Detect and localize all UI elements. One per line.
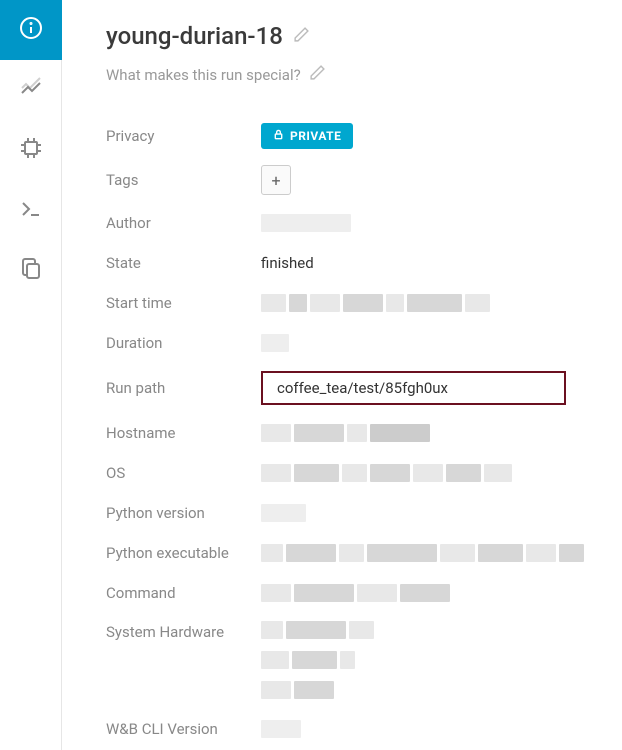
label-runpath: Run path <box>106 363 261 413</box>
value-syshw <box>261 613 602 709</box>
value-pyversion <box>261 493 602 533</box>
label-state: State <box>106 243 261 283</box>
pencil-icon <box>293 28 310 47</box>
sidebar-item-system[interactable] <box>0 120 62 180</box>
description-row[interactable]: What makes this run special? <box>106 64 602 85</box>
redacted-command <box>261 584 450 602</box>
privacy-badge[interactable]: PRIVATE <box>261 123 353 149</box>
value-state: finished <box>261 243 602 283</box>
chart-icon <box>19 76 43 104</box>
sidebar <box>0 0 62 750</box>
title-row: young-durian-18 <box>106 22 602 50</box>
redacted-os <box>261 464 512 482</box>
value-duration <box>261 323 602 363</box>
redacted-hw2 <box>261 651 355 669</box>
redacted-starttime <box>261 294 490 312</box>
redacted-pyexec <box>261 544 584 562</box>
info-icon <box>19 16 43 44</box>
label-os: OS <box>106 453 261 493</box>
edit-title-button[interactable] <box>293 26 310 47</box>
value-pyexec <box>261 533 602 573</box>
sidebar-item-charts[interactable] <box>0 60 62 120</box>
value-tags: + <box>261 157 602 203</box>
redacted-duration <box>261 334 289 352</box>
terminal-icon <box>19 196 43 224</box>
copy-icon <box>19 256 43 284</box>
sidebar-item-terminal[interactable] <box>0 180 62 240</box>
label-pyversion: Python version <box>106 493 261 533</box>
label-cliversion: W&B CLI Version <box>106 709 261 749</box>
redacted-pyversion <box>261 504 306 522</box>
label-command: Command <box>106 573 261 613</box>
value-privacy: PRIVATE <box>261 115 602 157</box>
value-hostname <box>261 413 602 453</box>
details-table: Privacy PRIVATE Tags + Author State fini… <box>106 115 602 749</box>
description-placeholder: What makes this run special? <box>106 66 301 84</box>
redacted-cliv <box>261 720 301 738</box>
redacted-hw1 <box>261 621 374 639</box>
value-command <box>261 573 602 613</box>
label-privacy: Privacy <box>106 115 261 157</box>
run-path-box[interactable]: coffee_tea/test/85fgh0ux <box>261 371 566 405</box>
redacted-author <box>261 214 351 232</box>
label-syshw: System Hardware <box>106 613 261 709</box>
redacted-hw3 <box>261 681 334 699</box>
label-author: Author <box>106 203 261 243</box>
pencil-icon <box>309 67 326 85</box>
label-hostname: Hostname <box>106 413 261 453</box>
sidebar-item-info[interactable] <box>0 0 62 60</box>
privacy-text: PRIVATE <box>290 129 341 143</box>
value-os <box>261 453 602 493</box>
label-duration: Duration <box>106 323 261 363</box>
value-cliversion <box>261 709 602 749</box>
label-tags: Tags <box>106 157 261 203</box>
sidebar-item-files[interactable] <box>0 240 62 300</box>
lock-icon <box>273 129 284 143</box>
value-runpath: coffee_tea/test/85fgh0ux <box>261 363 602 413</box>
value-starttime <box>261 283 602 323</box>
redacted-hostname <box>261 424 430 442</box>
main-content: young-durian-18 What makes this run spec… <box>62 0 622 750</box>
run-title: young-durian-18 <box>106 22 283 50</box>
label-pyexec: Python executable <box>106 533 261 573</box>
cpu-icon <box>19 136 43 164</box>
add-tag-button[interactable]: + <box>261 165 291 195</box>
edit-description-button[interactable] <box>309 64 326 85</box>
label-starttime: Start time <box>106 283 261 323</box>
value-author <box>261 203 602 243</box>
